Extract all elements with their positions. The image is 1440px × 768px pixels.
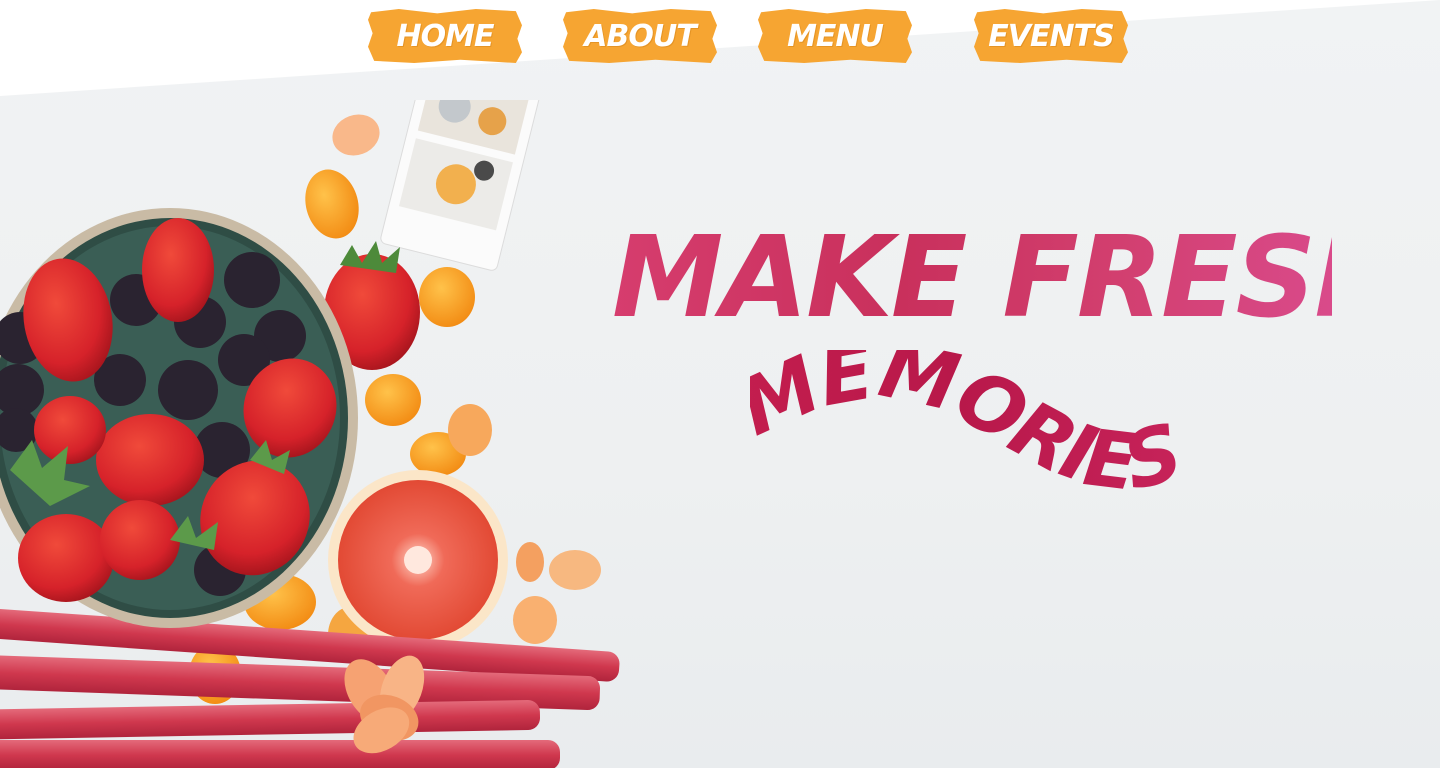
svg-text:MEMORIES: MEMORIES [750,350,1190,509]
recipe-card [380,100,542,271]
main-nav: HOME ABOUT MENU EVENTS [0,9,1440,65]
fruit-bowl-image [0,100,620,768]
nav-home-label: HOME [396,18,495,54]
nav-events-label: EVENTS [988,18,1114,54]
hero-subheadline-text: MEMORIES [750,350,1192,509]
hero-headline: MAKE FRESH [612,213,1408,343]
nav-about-label: ABOUT [584,18,696,54]
nav-about-button[interactable]: ABOUT [563,9,717,63]
page: HOME ABOUT MENU EVENTS MAKE FRESH EMORIE… [0,0,1440,768]
hero-subheadline: MEMORIES [750,350,1192,509]
nav-menu-button[interactable]: MENU [758,9,912,63]
nav-menu-label: MENU [787,18,884,54]
nav-home-button[interactable]: HOME [368,9,522,63]
nav-events-button[interactable]: EVENTS [974,9,1128,63]
